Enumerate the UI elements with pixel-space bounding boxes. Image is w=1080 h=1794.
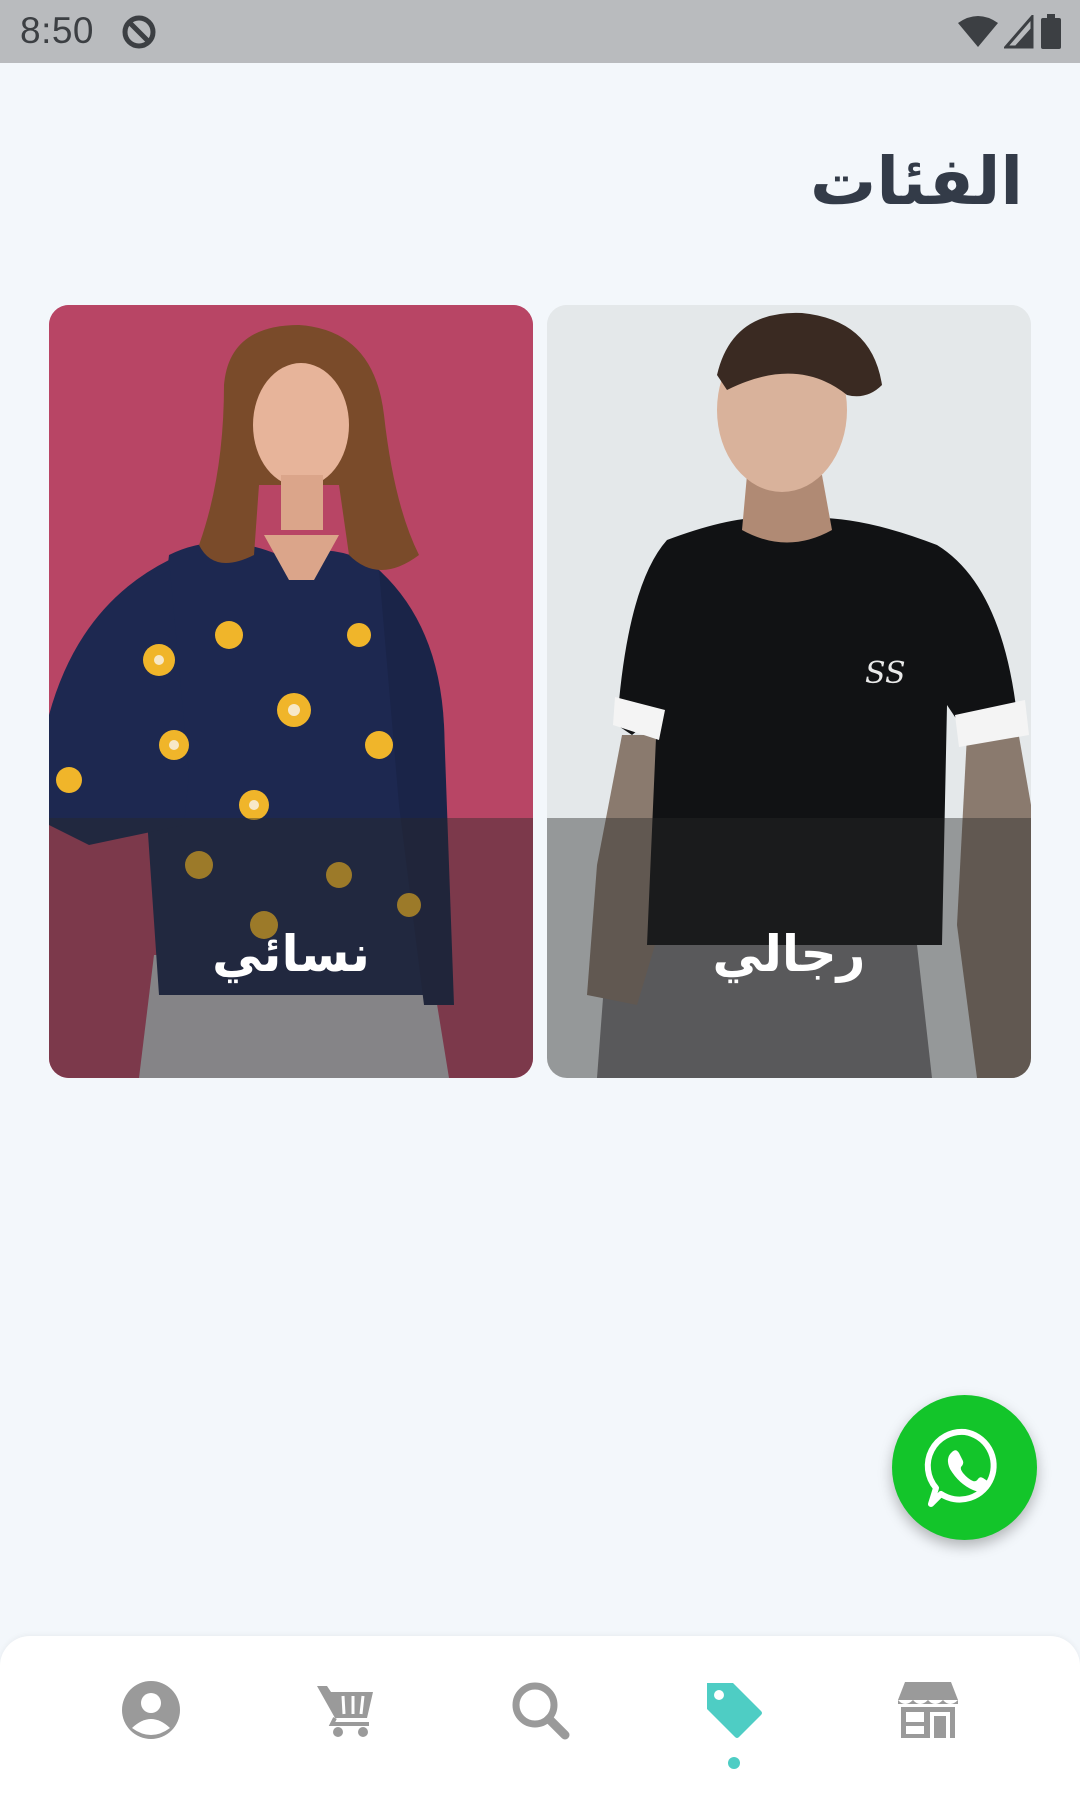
status-icons [958,13,1062,51]
status-time: 8:50 [20,10,95,51]
search-icon [512,1682,570,1740]
nav-categories[interactable] [694,1670,774,1750]
nav-store[interactable] [888,1670,968,1750]
nav-search[interactable] [500,1670,580,1750]
cart-icon [317,1686,373,1737]
category-label-men: رجالي [712,925,866,983]
category-card-men[interactable]: SS رجالي [547,305,1031,1078]
active-tab-indicator [728,1757,740,1769]
battery-icon [1041,14,1061,49]
signal-icon [1004,15,1034,49]
status-bar: 8:50 [0,0,1080,63]
wifi-icon [958,16,998,47]
whatsapp-button[interactable] [892,1395,1037,1540]
tag-icon [707,1683,762,1738]
category-label-women: نسائي [212,925,370,983]
nav-account[interactable] [111,1670,191,1750]
nav-cart[interactable] [306,1670,386,1750]
bottom-navigation [0,1636,1080,1794]
sync-disabled-icon [122,15,156,49]
svg-text:SS: SS [865,656,906,691]
account-icon [122,1681,180,1739]
category-card-women[interactable]: نسائي [49,305,533,1078]
page-title: الفئات [810,143,1023,220]
whatsapp-icon [924,1428,997,1507]
store-icon [898,1682,958,1738]
